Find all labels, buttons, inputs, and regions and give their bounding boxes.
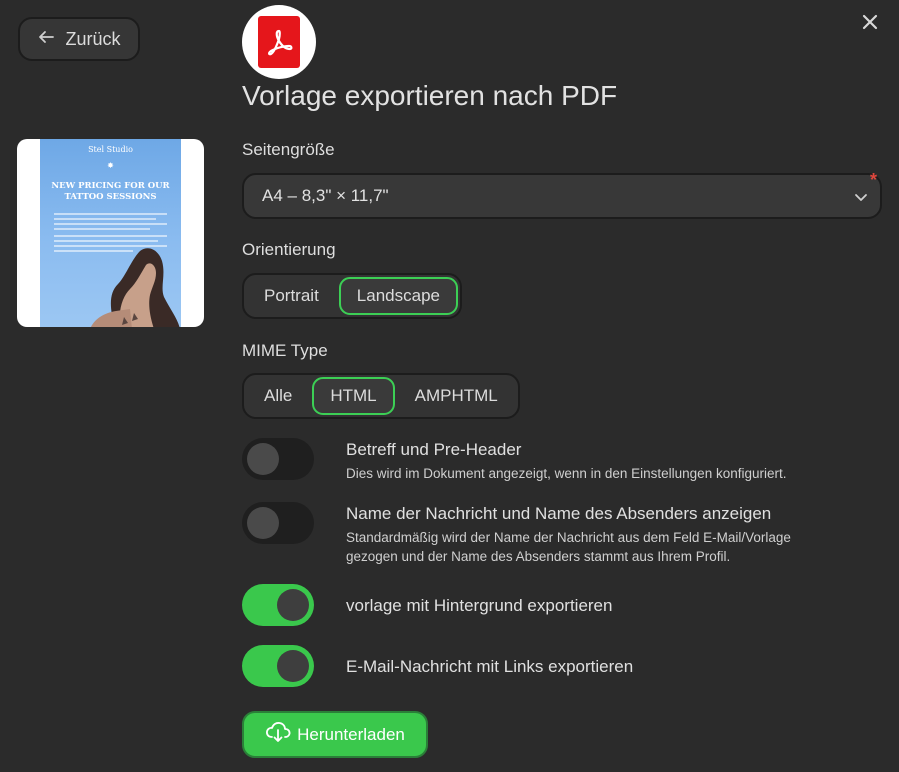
subject-preheader-toggle[interactable] xyxy=(242,438,314,480)
export-background-toggle[interactable] xyxy=(242,584,314,626)
orientation-segmented-control: Portrait Landscape xyxy=(242,273,462,319)
orientation-option-portrait[interactable]: Portrait xyxy=(246,277,337,315)
show-names-desc-line1: Standardmäßig wird der Name der Nachrich… xyxy=(346,530,791,545)
export-background-title: vorlage mit Hintergrund exportieren xyxy=(346,596,613,615)
chevron-down-icon xyxy=(854,189,868,209)
download-button[interactable]: Herunterladen xyxy=(242,711,428,758)
toggle-knob xyxy=(277,589,309,621)
export-pdf-dialog: Zurück Stel Studio ✸ NEW PRICING FOR OUR… xyxy=(0,0,899,772)
mime-option-amphtml[interactable]: AMPHTML xyxy=(397,377,516,415)
template-preview-page: Stel Studio ✸ NEW PRICING FOR OUR TATTOO… xyxy=(40,139,181,327)
page-size-value: A4 – 8,3" × 11,7" xyxy=(262,186,389,205)
template-preview: Stel Studio ✸ NEW PRICING FOR OUR TATTOO… xyxy=(17,139,204,327)
toggle-knob xyxy=(247,443,279,475)
back-button-label: Zurück xyxy=(65,28,121,49)
mime-type-label: MIME Type xyxy=(242,341,328,360)
show-names-desc-line2: gezogen und der Name des Absenders stamm… xyxy=(346,549,731,564)
mime-option-all[interactable]: Alle xyxy=(246,377,310,415)
download-button-label: Herunterladen xyxy=(297,724,405,744)
orientation-label: Orientierung xyxy=(242,240,336,259)
subject-preheader-desc: Dies wird im Dokument angezeigt, wenn in… xyxy=(346,466,787,481)
close-icon xyxy=(862,14,878,35)
page-size-label: Seitengröße xyxy=(242,140,335,159)
required-marker: * xyxy=(870,170,878,190)
export-links-toggle[interactable] xyxy=(242,645,314,687)
page-title: Vorlage exportieren nach PDF xyxy=(242,80,618,111)
preview-brand: Stel Studio xyxy=(88,145,133,154)
page-size-select[interactable]: A4 – 8,3" × 11,7" xyxy=(242,173,882,219)
arrow-left-icon xyxy=(37,28,55,51)
mime-type-segmented-control: Alle HTML AMPHTML xyxy=(242,373,520,419)
cloud-download-icon xyxy=(265,721,291,748)
preview-headline: NEW PRICING FOR OUR TATTOO SESSIONS xyxy=(51,181,170,202)
preview-photo xyxy=(90,248,180,327)
back-button[interactable]: Zurück xyxy=(18,17,140,61)
show-names-title: Name der Nachricht und Name des Absender… xyxy=(346,504,772,523)
toggle-knob xyxy=(277,650,309,682)
export-links-title: E-Mail-Nachricht mit Links exportieren xyxy=(346,657,634,676)
mime-option-html[interactable]: HTML xyxy=(312,377,395,415)
close-button[interactable] xyxy=(858,12,882,36)
adobe-pdf-icon xyxy=(242,5,316,79)
toggle-knob xyxy=(247,507,279,539)
subject-preheader-title: Betreff und Pre-Header xyxy=(346,440,522,459)
show-names-toggle[interactable] xyxy=(242,502,314,544)
orientation-option-landscape[interactable]: Landscape xyxy=(338,277,458,315)
preview-star-icon: ✸ xyxy=(107,161,114,170)
